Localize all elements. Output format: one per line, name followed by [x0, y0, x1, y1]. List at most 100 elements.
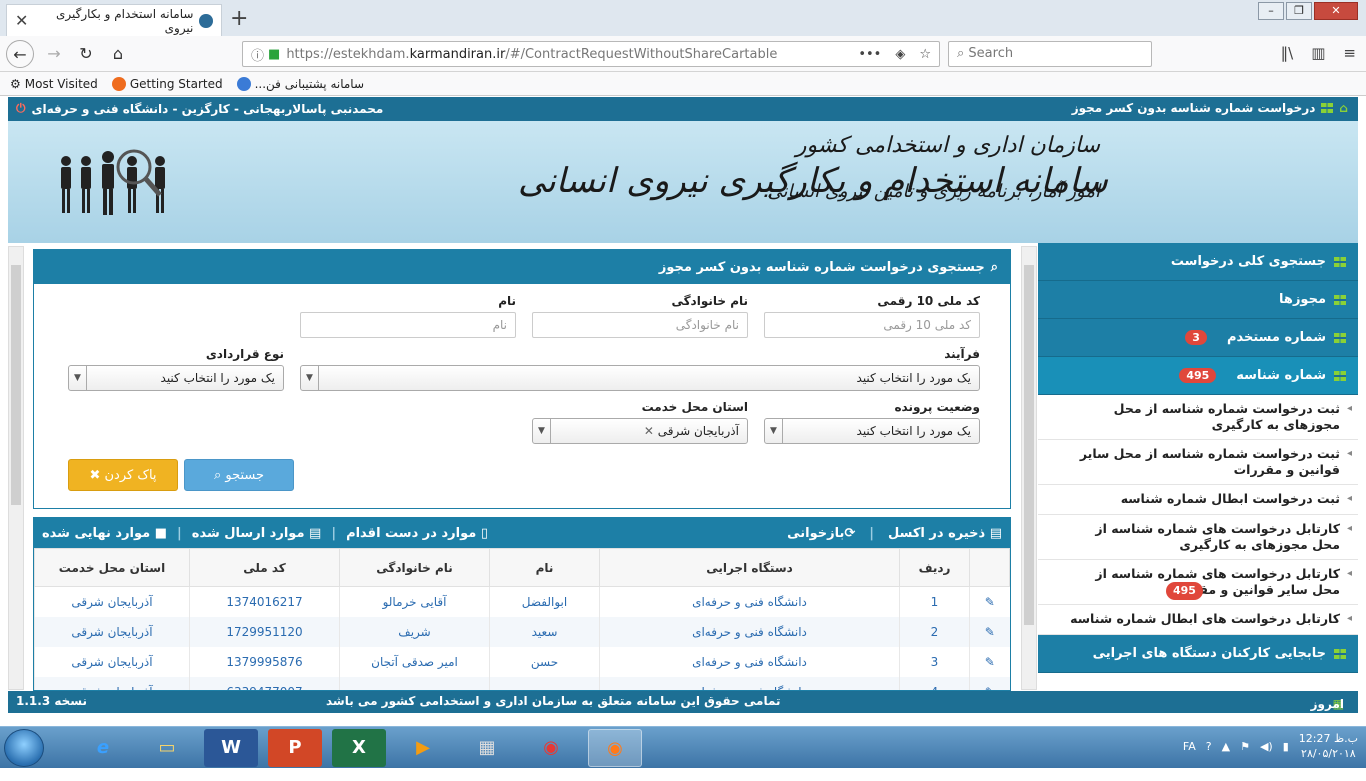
- column-header[interactable]: کد ملی: [189, 548, 340, 587]
- site-banner: سامانه استخدام و بکارگیری نیروی انسانی س…: [8, 121, 1358, 243]
- export-excel-button[interactable]: ▤ ذخیره در اکسل: [888, 526, 1002, 541]
- national-code-label: کد ملی 10 رقمی: [877, 294, 980, 308]
- excel-icon[interactable]: X: [332, 729, 386, 767]
- system-tray: FA ? ▲ ⚑ ◀) ▮ 12:27 ب.ظ ۲۸/۰۵/۲۰۱۸: [1183, 731, 1358, 761]
- column-header[interactable]: دستگاه اجرایی: [599, 548, 900, 587]
- word-icon[interactable]: W: [204, 729, 258, 767]
- mid-scrollbar[interactable]: [1021, 246, 1037, 690]
- sidebar-subitem[interactable]: ثبت درخواست شماره شناسه از محل مجوزهای ب…: [1038, 395, 1358, 440]
- explorer-icon[interactable]: ▭: [140, 729, 194, 767]
- bookmark-support[interactable]: سامانه پشتیبانی فن...: [236, 76, 364, 91]
- back-icon[interactable]: ←: [6, 40, 34, 68]
- contract-type-select[interactable]: یک مورد را انتخاب کنید ▼: [68, 365, 284, 391]
- clear-selection-icon[interactable]: ✕: [644, 424, 654, 438]
- family-field[interactable]: نام خانوادگی: [532, 312, 748, 338]
- browser-nav-bar: ← → ↻ ⌂ ⓘ ■ https://estekhdam. karmandira…: [0, 36, 1366, 72]
- lock-icon: ■: [268, 46, 281, 62]
- results-table: ردیف دستگاه اجرایی نام نام خانوادگی کد م…: [34, 548, 1010, 690]
- column-header[interactable]: استان محل خدمت: [34, 548, 190, 587]
- info-icon[interactable]: ⓘ: [251, 45, 264, 64]
- home-icon[interactable]: ⌂: [104, 40, 132, 68]
- sidebar-subitem[interactable]: کارتابل درخواست های ابطال شماره شناسه: [1038, 605, 1358, 635]
- media-player-icon[interactable]: ▶: [396, 729, 450, 767]
- edit-icon[interactable]: ✎: [969, 616, 1010, 647]
- edit-icon[interactable]: ✎: [969, 586, 1010, 617]
- sidebar-subitem[interactable]: کارتابل درخواست های شماره شناسه از محل س…: [1038, 560, 1358, 605]
- grid-icon: [1334, 256, 1346, 267]
- site-footer: ▦ امروز دوشنبه 7 خرداد ماه 1397 تمامی حق…: [8, 691, 1358, 781]
- firefox-taskbar-icon[interactable]: ◉: [588, 729, 642, 767]
- tab-in-progress[interactable]: ▯ موارد در دست اقدام: [346, 526, 488, 541]
- support-site-icon: [236, 76, 251, 91]
- chrome-icon[interactable]: ◉: [524, 729, 578, 767]
- search-icon: ⌕: [213, 468, 222, 483]
- tab-final[interactable]: ■ موارد نهایی شده: [42, 526, 167, 541]
- file-status-select[interactable]: یک مورد را انتخاب کنید ▼: [764, 418, 980, 444]
- pocket-icon[interactable]: ◈: [895, 47, 905, 62]
- name-field[interactable]: نام: [300, 312, 516, 338]
- language-indicator[interactable]: FA: [1183, 740, 1196, 753]
- powerpoint-icon[interactable]: P: [268, 729, 322, 767]
- count-badge: 495: [1166, 582, 1203, 600]
- file-status-label: وضعیت پرونده: [894, 400, 980, 414]
- page-actions-icon[interactable]: •••: [858, 47, 881, 62]
- sidebar-subitem[interactable]: ثبت درخواست ابطال شماره شناسه: [1038, 485, 1358, 515]
- calculator-icon[interactable]: ▦: [460, 729, 514, 767]
- bookmarks-toolbar: ⚙ Most Visited Getting Started سامانه پشت…: [0, 72, 1366, 96]
- sidebar-item-relocation[interactable]: جابجایی کارکنان دستگاه های اجرایی: [1038, 635, 1358, 673]
- edit-icon[interactable]: ✎: [969, 676, 1010, 690]
- tab-sent[interactable]: ▤ موارد ارسال شده: [192, 526, 322, 541]
- sidebar-subitem[interactable]: ثبت درخواست شماره شناسه از محل سایر قوان…: [1038, 440, 1358, 485]
- bookmark-most-visited[interactable]: ⚙ Most Visited: [10, 77, 98, 91]
- maximize-icon[interactable]: ❐: [1286, 2, 1312, 20]
- flag-icon[interactable]: ⚑: [1240, 740, 1250, 753]
- process-select[interactable]: یک مورد را انتخاب کنید ▼: [300, 365, 980, 391]
- page-title-area: ⌂ درخواست شماره شناسه بدون کسر مجوز: [1072, 101, 1348, 115]
- page-title: درخواست شماره شناسه بدون کسر مجوز: [1071, 101, 1316, 115]
- menu-icon[interactable]: ≡: [1343, 44, 1356, 62]
- close-icon: ✖: [89, 468, 101, 483]
- clear-button[interactable]: پاک کردن ✖: [68, 459, 178, 491]
- search-button[interactable]: جستجو ⌕: [184, 459, 294, 491]
- sidebar-item-permits[interactable]: مجوزها: [1038, 281, 1358, 319]
- reload-icon[interactable]: ↻: [72, 40, 100, 68]
- help-icon[interactable]: ?: [1206, 740, 1212, 753]
- home-icon[interactable]: ⌂: [1339, 101, 1348, 115]
- browser-tab[interactable]: سامانه استخدام و بکارگیری نیروی ✕: [6, 4, 222, 36]
- logout-icon[interactable]: ⏻: [16, 101, 26, 116]
- library-icon[interactable]: ‖\: [1281, 44, 1294, 62]
- column-header[interactable]: ردیف: [899, 548, 970, 587]
- province-select[interactable]: آذربایجان شرقی ✕ ▼: [532, 418, 748, 444]
- column-header[interactable]: نام: [489, 548, 600, 587]
- ie-icon[interactable]: e: [76, 729, 130, 767]
- edit-icon[interactable]: ✎: [969, 646, 1010, 677]
- bookmark-getting-started[interactable]: Getting Started: [111, 76, 223, 91]
- people-logo-icon: [61, 149, 165, 215]
- sidebar-item-general-search[interactable]: جستجوی کلی درخواست: [1038, 243, 1358, 281]
- sidebar-toggle-icon[interactable]: ▥: [1311, 44, 1325, 62]
- table-row: ✎ 1 دانشگاه فنی و حرفه‌ای ابوالفضل آقایی…: [34, 586, 1010, 617]
- user-name: محمدنبی پاسالاربهجانی - کارگزین - دانشگا…: [31, 101, 384, 116]
- minimize-icon[interactable]: –: [1258, 2, 1284, 20]
- left-scrollbar[interactable]: [8, 246, 24, 690]
- start-button[interactable]: [4, 729, 44, 767]
- column-header[interactable]: نام خانوادگی: [339, 548, 490, 587]
- sidebar-item-employee-number[interactable]: شماره مستخدم 3: [1038, 319, 1358, 357]
- sidebar-subitem[interactable]: کارتابل درخواست های شماره شناسه از محل م…: [1038, 515, 1358, 560]
- tab-title: سامانه استخدام و بکارگیری نیروی: [56, 6, 194, 35]
- bookmark-star-icon[interactable]: ☆: [919, 47, 931, 62]
- search-input[interactable]: ⌕ Search: [948, 41, 1152, 67]
- volume-icon[interactable]: ◀): [1260, 740, 1273, 753]
- clock[interactable]: 12:27 ب.ظ ۲۸/۰۵/۲۰۱۸: [1299, 731, 1358, 761]
- tray-arrow-icon[interactable]: ▲: [1222, 740, 1230, 753]
- national-code-field[interactable]: کد ملی 10 رقمی: [764, 312, 980, 338]
- new-tab-icon[interactable]: +: [230, 6, 248, 31]
- sidebar-item-id-number[interactable]: شماره شناسه 495: [1038, 357, 1358, 395]
- close-window-icon[interactable]: ✕: [1314, 2, 1358, 20]
- close-tab-icon[interactable]: ✕: [15, 11, 28, 30]
- refresh-button[interactable]: ⟳بازخوانی: [787, 526, 855, 541]
- chevron-down-icon: ▼: [765, 419, 783, 443]
- url-bar[interactable]: ⓘ ■ https://estekhdam. karmandiran.ir/#/C…: [242, 41, 940, 67]
- forward-icon[interactable]: →: [40, 40, 68, 68]
- network-icon[interactable]: ▮: [1283, 740, 1289, 753]
